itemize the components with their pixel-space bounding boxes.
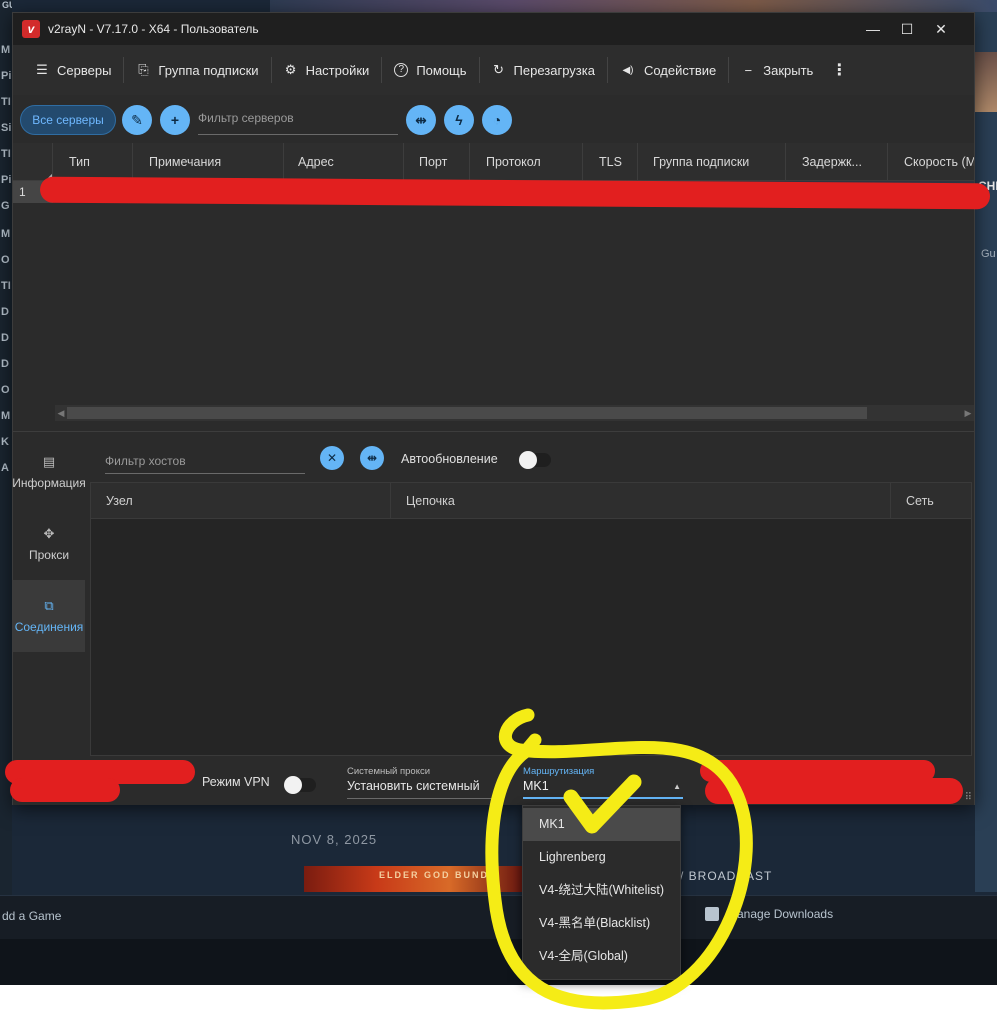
checkmark-icon xyxy=(563,774,642,834)
highlight-circle xyxy=(485,708,753,1010)
highlight-annotation xyxy=(485,708,753,1010)
